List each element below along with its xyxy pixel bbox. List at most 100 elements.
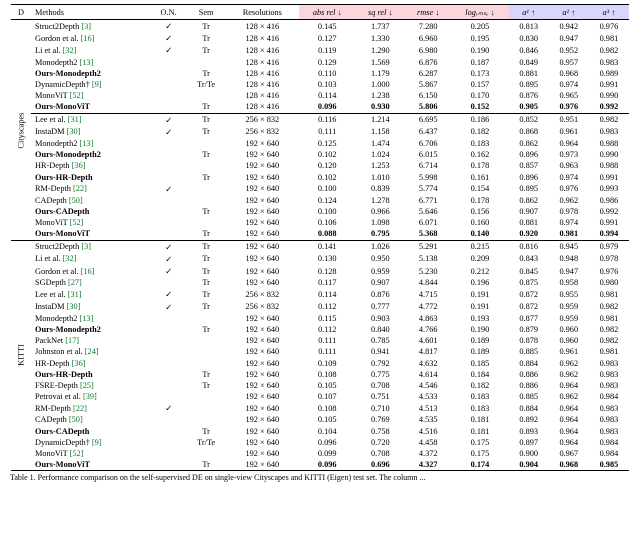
cell-on: ✓ <box>151 113 187 126</box>
metric-cell: 4.327 <box>405 459 451 471</box>
metric-cell: 0.868 <box>509 126 549 138</box>
cell-res: 192 × 640 <box>226 228 299 240</box>
citation: [32] <box>63 254 77 263</box>
method-cell: Ours-Monodepth2 <box>31 324 151 335</box>
table-row: Ours-MonoViTTr192 × 6400.0960.6964.3270.… <box>11 459 629 471</box>
metric-cell: 0.875 <box>509 277 549 288</box>
metric-cell: 0.895 <box>509 79 549 90</box>
cell-res: 192 × 640 <box>226 253 299 265</box>
metric-cell: 0.958 <box>549 277 589 288</box>
cell-on: ✓ <box>151 32 187 44</box>
table-row: Lee et al. [31]✓Tr256 × 8320.1140.8764.7… <box>11 288 629 300</box>
cell-on <box>151 101 187 113</box>
metric-cell: 0.839 <box>355 183 405 195</box>
metric-cell: 1.253 <box>355 160 405 171</box>
cell-on <box>151 437 187 448</box>
metric-cell: 1.000 <box>355 79 405 90</box>
metric-cell: 4.614 <box>405 369 451 380</box>
cell-sem: Tr <box>187 20 226 33</box>
metric-cell: 0.117 <box>299 277 355 288</box>
cell-on <box>151 391 187 402</box>
method-cell: PackNet [17] <box>31 335 151 346</box>
metric-cell: 1.474 <box>355 138 405 149</box>
metric-cell: 6.980 <box>405 44 451 56</box>
method-cell: MonoViT [52] <box>31 448 151 459</box>
citation: [17] <box>65 336 79 345</box>
table-row: RM-Depth [22]✓192 × 6400.1080.7104.5130.… <box>11 402 629 414</box>
metric-cell: 1.290 <box>355 44 405 56</box>
cell-on <box>151 195 187 206</box>
cell-sem <box>187 335 226 346</box>
cell-on <box>151 160 187 171</box>
cell-res: 192 × 640 <box>226 160 299 171</box>
metric-cell: 4.601 <box>405 335 451 346</box>
table-row: Ours-CADepthTr192 × 6400.1040.7584.5160.… <box>11 426 629 437</box>
metric-cell: 0.849 <box>509 57 549 68</box>
metric-cell: 0.984 <box>589 391 629 402</box>
metric-cell: 0.862 <box>509 138 549 149</box>
metric-cell: 0.190 <box>451 324 508 335</box>
metric-cell: 0.187 <box>451 57 508 68</box>
cell-sem <box>187 391 226 402</box>
cell-res: 192 × 640 <box>226 402 299 414</box>
method-cell: CADepth [50] <box>31 195 151 206</box>
table-row: Ours-Monodepth2Tr192 × 6400.1120.8404.76… <box>11 324 629 335</box>
metric-cell: 1.158 <box>355 126 405 138</box>
metric-cell: 0.105 <box>299 414 355 425</box>
metric-cell: 0.720 <box>355 437 405 448</box>
metric-cell: 0.895 <box>509 183 549 195</box>
cell-on: ✓ <box>151 288 187 300</box>
metric-cell: 0.758 <box>355 426 405 437</box>
metric-cell: 0.099 <box>299 448 355 459</box>
metric-cell: 0.976 <box>549 183 589 195</box>
citation: [32] <box>63 46 77 55</box>
metric-cell: 0.920 <box>509 228 549 240</box>
dataset-label: KITTI <box>11 240 31 471</box>
metric-cell: 0.896 <box>509 171 549 182</box>
table-row: Ours-Monodepth2Tr192 × 6400.1021.0246.01… <box>11 149 629 160</box>
cell-on <box>151 79 187 90</box>
metric-cell: 0.886 <box>509 369 549 380</box>
metric-cell: 0.777 <box>355 301 405 313</box>
cell-res: 192 × 640 <box>226 426 299 437</box>
hdr-sqrel: sq rel ↓ <box>355 5 405 20</box>
cell-on <box>151 138 187 149</box>
metric-cell: 4.372 <box>405 448 451 459</box>
table-row: Lee et al. [31]✓Tr256 × 8320.1161.2146.6… <box>11 113 629 126</box>
metric-cell: 0.877 <box>509 313 549 324</box>
metric-cell: 0.990 <box>589 149 629 160</box>
metric-cell: 0.968 <box>549 68 589 79</box>
table-caption: Table 1. Performance comparison on the s… <box>0 471 640 483</box>
cell-res: 128 × 416 <box>226 44 299 56</box>
table-row: Gordon et al. [16]✓Tr192 × 6400.1280.959… <box>11 265 629 277</box>
metric-cell: 0.183 <box>451 402 508 414</box>
metric-cell: 0.961 <box>549 126 589 138</box>
cell-sem <box>187 57 226 68</box>
cell-sem: Tr <box>187 265 226 277</box>
cell-res: 192 × 640 <box>226 346 299 357</box>
table-row: CityscapesStruct2Depth [3]✓Tr128 × 4160.… <box>11 20 629 33</box>
hdr-logrmse: logᵣₘₛₑ ↓ <box>451 5 508 20</box>
hdr-rmse: rmse ↓ <box>405 5 451 20</box>
table-row: KITTIStruct2Depth [3]✓Tr192 × 6400.1411.… <box>11 240 629 253</box>
method-cell: Ours-Monodepth2 <box>31 149 151 160</box>
cell-sem <box>187 414 226 425</box>
cell-on <box>151 149 187 160</box>
metric-cell: 4.817 <box>405 346 451 357</box>
cell-sem: Tr <box>187 32 226 44</box>
citation: [13] <box>79 58 93 67</box>
metric-cell: 0.195 <box>451 32 508 44</box>
table-row: Li et al. [32]✓Tr128 × 4160.1191.2906.98… <box>11 44 629 56</box>
method-cell: Ours-MonoViT <box>31 459 151 471</box>
cell-on: ✓ <box>151 301 187 313</box>
metric-cell: 6.714 <box>405 160 451 171</box>
table-row: InstaDM [30]✓Tr256 × 8320.1111.1586.4370… <box>11 126 629 138</box>
metric-cell: 0.959 <box>549 313 589 324</box>
cell-on: ✓ <box>151 44 187 56</box>
metric-cell: 0.181 <box>451 414 508 425</box>
cell-sem: Tr <box>187 171 226 182</box>
metric-cell: 0.795 <box>355 228 405 240</box>
metric-cell: 0.127 <box>299 32 355 44</box>
metric-cell: 6.695 <box>405 113 451 126</box>
metric-cell: 6.015 <box>405 149 451 160</box>
